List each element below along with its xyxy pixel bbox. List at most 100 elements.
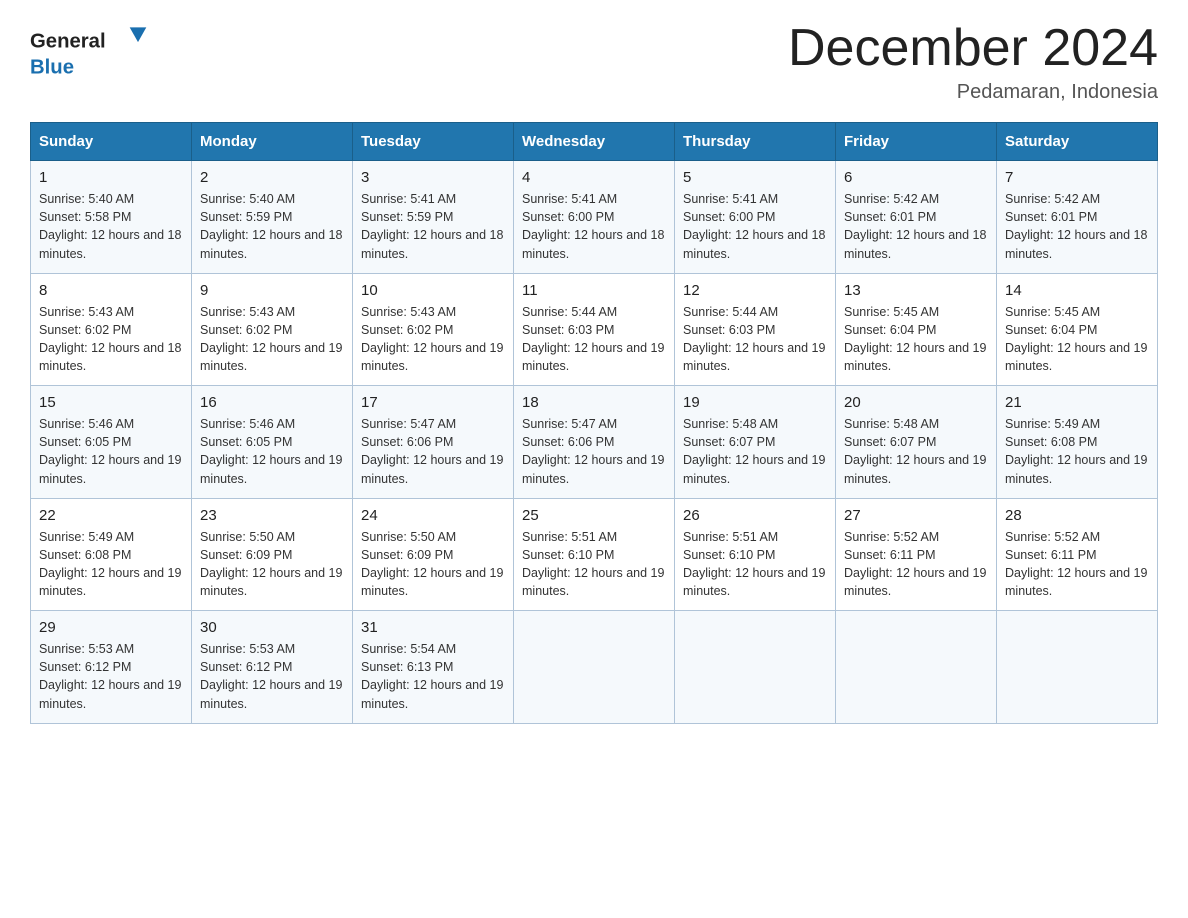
day-info: Sunrise: 5:43 AMSunset: 6:02 PMDaylight:… <box>200 303 344 376</box>
day-info: Sunrise: 5:53 AMSunset: 6:12 PMDaylight:… <box>39 640 183 713</box>
day-number: 26 <box>683 507 827 524</box>
calendar-cell: 17Sunrise: 5:47 AMSunset: 6:06 PMDayligh… <box>353 386 514 499</box>
day-info: Sunrise: 5:48 AMSunset: 6:07 PMDaylight:… <box>683 415 827 488</box>
calendar-cell: 31Sunrise: 5:54 AMSunset: 6:13 PMDayligh… <box>353 611 514 724</box>
calendar-cell: 8 Sunrise: 5:43 AMSunset: 6:02 PMDaylight… <box>31 273 192 386</box>
day-number: 25 <box>522 507 666 524</box>
calendar-cell: 30 Sunrise: 5:53 AMSunset: 6:12 PMDayligh… <box>192 611 353 724</box>
day-info: Sunrise: 5:45 AMSunset: 6:04 PMDaylight:… <box>844 303 988 376</box>
day-number: 4 <box>522 169 666 186</box>
calendar-cell: 27 Sunrise: 5:52 AMSunset: 6:11 PMDayligh… <box>836 498 997 611</box>
day-info: Sunrise: 5:40 AMSunset: 5:59 PMDaylight:… <box>200 190 344 263</box>
calendar-cell: 6 Sunrise: 5:42 AMSunset: 6:01 PMDaylight… <box>836 161 997 274</box>
day-info: Sunrise: 5:40 AMSunset: 5:58 PMDaylight:… <box>39 190 183 263</box>
day-info: Sunrise: 5:46 AMSunset: 6:05 PMDaylight:… <box>200 415 344 488</box>
calendar-cell: 13 Sunrise: 5:45 AMSunset: 6:04 PMDayligh… <box>836 273 997 386</box>
day-info: Sunrise: 5:50 AMSunset: 6:09 PMDaylight:… <box>200 528 344 601</box>
day-number: 30 <box>200 619 344 636</box>
calendar-cell: 28Sunrise: 5:52 AMSunset: 6:11 PMDayligh… <box>997 498 1158 611</box>
calendar-cell: 15 Sunrise: 5:46 AMSunset: 6:05 PMDayligh… <box>31 386 192 499</box>
day-info: Sunrise: 5:51 AMSunset: 6:10 PMDaylight:… <box>522 528 666 601</box>
calendar-cell: 22 Sunrise: 5:49 AMSunset: 6:08 PMDayligh… <box>31 498 192 611</box>
day-info: Sunrise: 5:50 AMSunset: 6:09 PMDaylight:… <box>361 528 505 601</box>
calendar-cell: 19 Sunrise: 5:48 AMSunset: 6:07 PMDayligh… <box>675 386 836 499</box>
day-info: Sunrise: 5:44 AMSunset: 6:03 PMDaylight:… <box>683 303 827 376</box>
calendar-cell: 2 Sunrise: 5:40 AMSunset: 5:59 PMDaylight… <box>192 161 353 274</box>
day-number: 7 <box>1005 169 1149 186</box>
day-number: 15 <box>39 394 183 411</box>
day-info: Sunrise: 5:52 AMSunset: 6:11 PMDaylight:… <box>1005 528 1149 601</box>
day-info: Sunrise: 5:42 AMSunset: 6:01 PMDaylight:… <box>844 190 988 263</box>
page-subtitle: Pedamaran, Indonesia <box>788 81 1158 104</box>
calendar-cell: 10Sunrise: 5:43 AMSunset: 6:02 PMDayligh… <box>353 273 514 386</box>
day-number: 27 <box>844 507 988 524</box>
day-number: 9 <box>200 282 344 299</box>
calendar-week-row: 8 Sunrise: 5:43 AMSunset: 6:02 PMDaylight… <box>31 273 1158 386</box>
calendar-cell: 29 Sunrise: 5:53 AMSunset: 6:12 PMDayligh… <box>31 611 192 724</box>
day-info: Sunrise: 5:45 AMSunset: 6:04 PMDaylight:… <box>1005 303 1149 376</box>
calendar-cell: 9 Sunrise: 5:43 AMSunset: 6:02 PMDaylight… <box>192 273 353 386</box>
calendar-cell: 26 Sunrise: 5:51 AMSunset: 6:10 PMDayligh… <box>675 498 836 611</box>
calendar-cell <box>514 611 675 724</box>
weekday-header-friday: Friday <box>836 123 997 161</box>
day-info: Sunrise: 5:51 AMSunset: 6:10 PMDaylight:… <box>683 528 827 601</box>
day-number: 31 <box>361 619 505 636</box>
day-number: 6 <box>844 169 988 186</box>
calendar-cell: 25 Sunrise: 5:51 AMSunset: 6:10 PMDayligh… <box>514 498 675 611</box>
calendar-cell: 12 Sunrise: 5:44 AMSunset: 6:03 PMDayligh… <box>675 273 836 386</box>
day-number: 19 <box>683 394 827 411</box>
day-number: 3 <box>361 169 505 186</box>
day-number: 23 <box>200 507 344 524</box>
calendar-cell: 23 Sunrise: 5:50 AMSunset: 6:09 PMDayligh… <box>192 498 353 611</box>
day-number: 18 <box>522 394 666 411</box>
day-info: Sunrise: 5:49 AMSunset: 6:08 PMDaylight:… <box>39 528 183 601</box>
weekday-header-thursday: Thursday <box>675 123 836 161</box>
day-info: Sunrise: 5:48 AMSunset: 6:07 PMDaylight:… <box>844 415 988 488</box>
day-info: Sunrise: 5:41 AMSunset: 5:59 PMDaylight:… <box>361 190 505 263</box>
day-info: Sunrise: 5:43 AMSunset: 6:02 PMDaylight:… <box>39 303 183 376</box>
day-number: 5 <box>683 169 827 186</box>
calendar-cell: 24 Sunrise: 5:50 AMSunset: 6:09 PMDayligh… <box>353 498 514 611</box>
page-title: December 2024 <box>788 20 1158 77</box>
day-info: Sunrise: 5:44 AMSunset: 6:03 PMDaylight:… <box>522 303 666 376</box>
day-number: 1 <box>39 169 183 186</box>
day-info: Sunrise: 5:52 AMSunset: 6:11 PMDaylight:… <box>844 528 988 601</box>
calendar-week-row: 22 Sunrise: 5:49 AMSunset: 6:08 PMDayligh… <box>31 498 1158 611</box>
day-info: Sunrise: 5:47 AMSunset: 6:06 PMDaylight:… <box>522 415 666 488</box>
weekday-header-sunday: Sunday <box>31 123 192 161</box>
svg-text:General: General <box>30 31 106 53</box>
day-number: 24 <box>361 507 505 524</box>
day-number: 13 <box>844 282 988 299</box>
day-number: 14 <box>1005 282 1149 299</box>
day-number: 2 <box>200 169 344 186</box>
calendar-cell: 14 Sunrise: 5:45 AMSunset: 6:04 PMDayligh… <box>997 273 1158 386</box>
page-header: General Blue December 2024 Pedamaran, In… <box>30 20 1158 104</box>
calendar-cell: 21 Sunrise: 5:49 AMSunset: 6:08 PMDayligh… <box>997 386 1158 499</box>
calendar-cell <box>997 611 1158 724</box>
day-info: Sunrise: 5:49 AMSunset: 6:08 PMDaylight:… <box>1005 415 1149 488</box>
day-info: Sunrise: 5:46 AMSunset: 6:05 PMDaylight:… <box>39 415 183 488</box>
calendar-cell: 3 Sunrise: 5:41 AMSunset: 5:59 PMDaylight… <box>353 161 514 274</box>
calendar-cell: 4 Sunrise: 5:41 AMSunset: 6:00 PMDaylight… <box>514 161 675 274</box>
calendar-cell: 7 Sunrise: 5:42 AMSunset: 6:01 PMDaylight… <box>997 161 1158 274</box>
calendar-week-row: 29 Sunrise: 5:53 AMSunset: 6:12 PMDayligh… <box>31 611 1158 724</box>
calendar-cell: 11Sunrise: 5:44 AMSunset: 6:03 PMDayligh… <box>514 273 675 386</box>
day-info: Sunrise: 5:41 AMSunset: 6:00 PMDaylight:… <box>522 190 666 263</box>
weekday-header-wednesday: Wednesday <box>514 123 675 161</box>
weekday-header-saturday: Saturday <box>997 123 1158 161</box>
calendar-table: SundayMondayTuesdayWednesdayThursdayFrid… <box>30 122 1158 724</box>
day-info: Sunrise: 5:41 AMSunset: 6:00 PMDaylight:… <box>683 190 827 263</box>
calendar-week-row: 1 Sunrise: 5:40 AMSunset: 5:58 PMDaylight… <box>31 161 1158 274</box>
calendar-cell: 5 Sunrise: 5:41 AMSunset: 6:00 PMDaylight… <box>675 161 836 274</box>
day-number: 29 <box>39 619 183 636</box>
calendar-week-row: 15 Sunrise: 5:46 AMSunset: 6:05 PMDayligh… <box>31 386 1158 499</box>
day-info: Sunrise: 5:42 AMSunset: 6:01 PMDaylight:… <box>1005 190 1149 263</box>
title-block: December 2024 Pedamaran, Indonesia <box>788 20 1158 104</box>
day-number: 12 <box>683 282 827 299</box>
day-number: 20 <box>844 394 988 411</box>
day-number: 8 <box>39 282 183 299</box>
day-number: 16 <box>200 394 344 411</box>
day-info: Sunrise: 5:53 AMSunset: 6:12 PMDaylight:… <box>200 640 344 713</box>
day-number: 22 <box>39 507 183 524</box>
day-number: 21 <box>1005 394 1149 411</box>
